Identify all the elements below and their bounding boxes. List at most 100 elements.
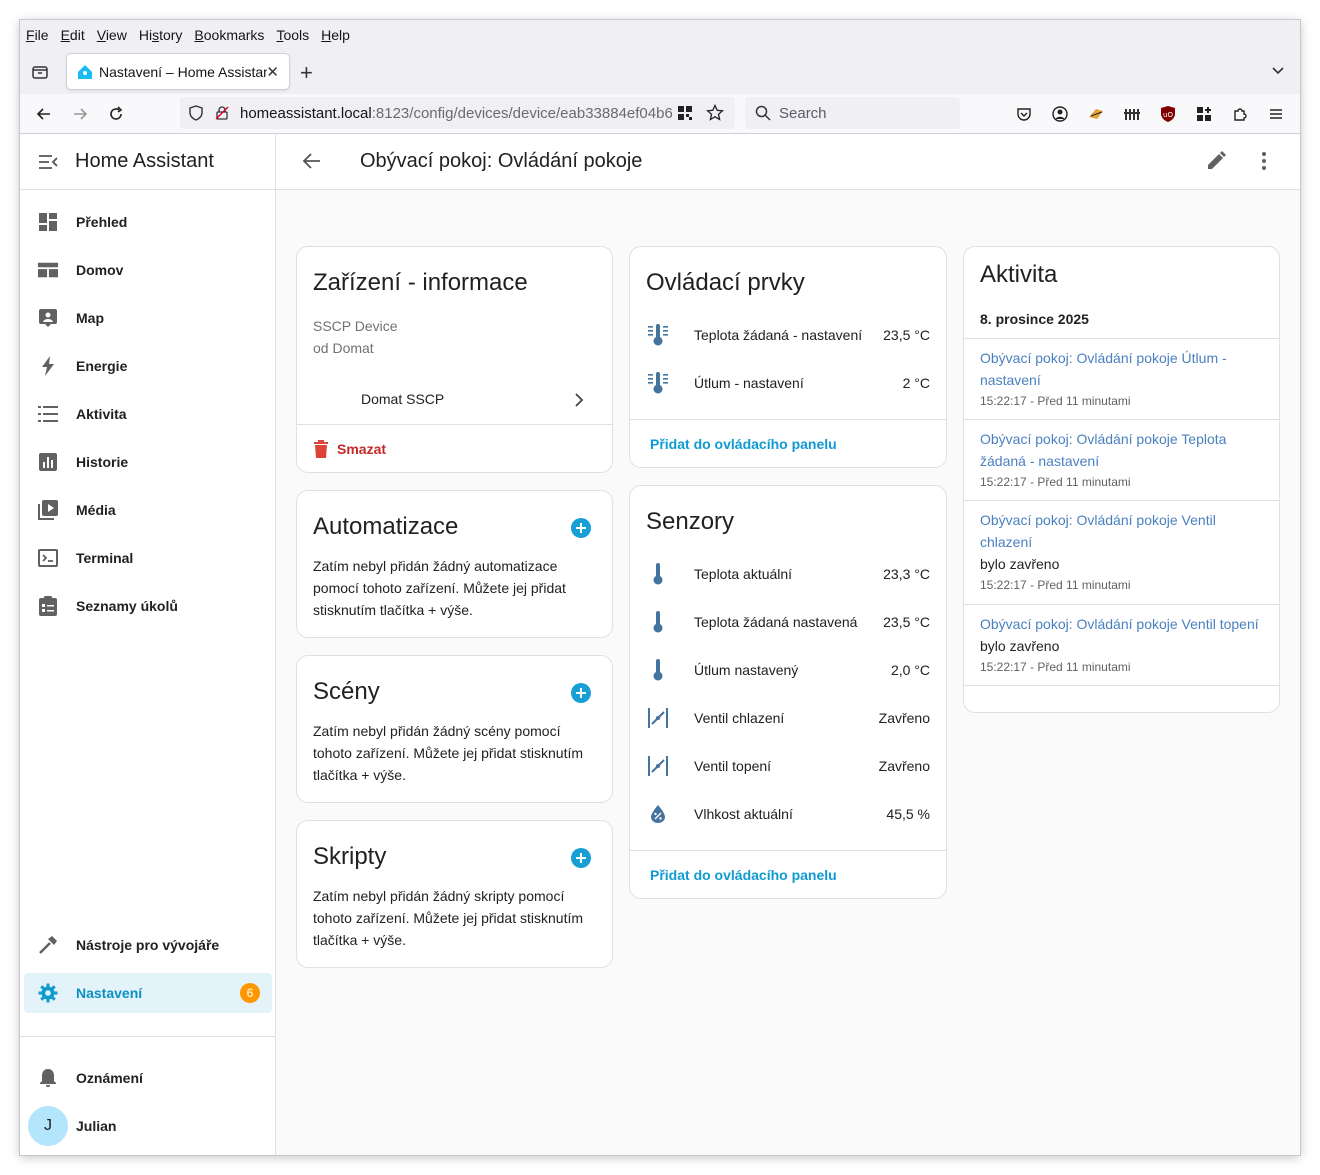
sidebar-item-home[interactable]: Domov xyxy=(24,250,272,290)
sidebar-item-overview[interactable]: Přehled xyxy=(24,202,272,242)
sidebar-item-label: Nástroje pro vývojáře xyxy=(76,937,220,953)
sidebar-item-developer-tools[interactable]: Nástroje pro vývojáře xyxy=(24,925,272,965)
terminal-icon xyxy=(38,548,58,568)
menu-history[interactable]: History xyxy=(139,27,183,43)
sensor-name: Teplota aktuální xyxy=(694,566,793,582)
home-layout-icon xyxy=(38,260,58,280)
extension-2-icon[interactable] xyxy=(1120,102,1144,126)
sensor-row[interactable]: Ventil topení Zavřeno xyxy=(646,754,930,778)
device-manufacturer: od Domat xyxy=(313,340,374,356)
more-vertical-icon[interactable] xyxy=(1254,151,1274,176)
sidebar-item-media[interactable]: Média xyxy=(24,490,272,530)
chart-icon xyxy=(38,452,58,472)
extension-1-icon[interactable] xyxy=(1084,102,1108,126)
menu-collapse-icon[interactable] xyxy=(38,152,58,172)
sensor-row[interactable]: Teplota žádaná nastavená 23,5 °C xyxy=(646,610,930,634)
sidebar: Home Assistant Přehled Domov Map Energie… xyxy=(20,134,276,1155)
back-arrow-icon[interactable] xyxy=(302,151,322,176)
tab-close-icon[interactable]: ✕ xyxy=(266,63,279,81)
new-tab-icon[interactable]: + xyxy=(300,60,313,86)
add-sensors-to-dashboard-button[interactable]: Přidat do ovládacího panelu xyxy=(650,867,837,883)
browser-tab[interactable]: Nastavení – Home Assistant ✕ xyxy=(67,54,289,89)
sidebar-item-settings[interactable]: Nastavení 6 xyxy=(24,973,272,1013)
delete-label: Smazat xyxy=(337,441,387,457)
control-row[interactable]: Útlum - nastavení 2 °C xyxy=(646,371,930,395)
activity-entity-link[interactable]: Obývací pokoj: Ovládání pokoje Teplota ž… xyxy=(980,428,1263,472)
scenes-card: Scény Zatím nebyl přidán žádný scény pom… xyxy=(296,655,613,803)
scripts-title: Skripty xyxy=(313,843,387,870)
search-input[interactable]: Search xyxy=(745,97,960,129)
activity-entity-link[interactable]: Obývací pokoj: Ovládání pokoje Ventil ch… xyxy=(980,509,1263,553)
delete-button[interactable]: Smazat xyxy=(313,439,386,459)
thermometer-icon xyxy=(646,658,670,682)
integration-link[interactable]: Domat SSCP xyxy=(297,379,612,419)
activity-entry: Obývací pokoj: Ovládání pokoje Teplota ž… xyxy=(964,419,1279,501)
scripts-card: Skripty Zatím nebyl přidán žádný skripty… xyxy=(296,820,613,968)
sensor-row[interactable]: Teplota aktuální 23,3 °C xyxy=(646,562,930,586)
add-scene-button[interactable] xyxy=(571,683,591,703)
bell-icon xyxy=(38,1068,58,1088)
extensions-puzzle-icon[interactable] xyxy=(1228,102,1252,126)
activity-entity-link[interactable]: Obývací pokoj: Ovládání pokoje Útlum - n… xyxy=(980,347,1263,391)
shield-icon[interactable] xyxy=(188,105,204,121)
add-automation-button[interactable] xyxy=(571,518,591,538)
card-divider xyxy=(630,419,946,420)
menu-view[interactable]: View xyxy=(97,27,127,43)
chevron-right-icon xyxy=(574,393,584,412)
plus-icon xyxy=(576,853,586,863)
extension-3-icon[interactable] xyxy=(1192,102,1216,126)
pencil-icon[interactable] xyxy=(1206,151,1226,176)
back-icon[interactable] xyxy=(32,102,56,126)
hamburger-menu-icon[interactable] xyxy=(1264,102,1288,126)
sidebar-item-label: Energie xyxy=(76,358,128,374)
control-name: Útlum - nastavení xyxy=(694,375,804,391)
activity-entry: Obývací pokoj: Ovládání pokoje Ventil to… xyxy=(964,604,1279,686)
menu-edit[interactable]: Edit xyxy=(61,27,85,43)
bookmark-star-icon[interactable] xyxy=(706,104,724,122)
sidebar-item-history[interactable]: Historie xyxy=(24,442,272,482)
forward-icon[interactable] xyxy=(68,102,92,126)
menu-help[interactable]: Help xyxy=(321,27,350,43)
sidebar-item-map[interactable]: Map xyxy=(24,298,272,338)
activity-entity-link[interactable]: Obývací pokoj: Ovládání pokoje Ventil to… xyxy=(980,613,1263,635)
url-path: :8123/config/devices/device/eab33884ef04… xyxy=(371,104,672,122)
sensor-row[interactable]: Útlum nastavený 2,0 °C xyxy=(646,658,930,682)
controls-card: Ovládací prvky Teplota žádaná - nastaven… xyxy=(629,246,947,468)
tab-list-chevron-icon[interactable] xyxy=(1270,62,1286,83)
pocket-icon[interactable] xyxy=(1012,102,1036,126)
reload-icon[interactable] xyxy=(104,102,128,126)
sidebar-item-todo-lists[interactable]: Seznamy úkolů xyxy=(24,586,272,626)
page-title: Obývací pokoj: Ovládání pokoje xyxy=(360,150,643,172)
plus-icon xyxy=(576,688,586,698)
sensor-value: 23,3 °C xyxy=(883,566,930,582)
sensor-row[interactable]: Ventil chlazení Zavřeno xyxy=(646,706,930,730)
scenes-empty-text: Zatím nebyl přidán žádný scény pomocí to… xyxy=(313,723,584,783)
home-assistant-app: Home Assistant Přehled Domov Map Energie… xyxy=(20,134,1300,1155)
main-content: Obývací pokoj: Ovládání pokoje Zařízení … xyxy=(276,134,1300,1155)
account-icon[interactable] xyxy=(1048,102,1072,126)
add-script-button[interactable] xyxy=(571,848,591,868)
menu-tools[interactable]: Tools xyxy=(276,27,309,43)
insecure-lock-icon[interactable] xyxy=(214,105,230,121)
menu-file[interactable]: File xyxy=(26,27,49,43)
sidebar-item-user[interactable]: J Julian xyxy=(24,1106,272,1146)
sidebar-item-notifications[interactable]: Oznámení xyxy=(24,1058,272,1098)
menu-bookmarks[interactable]: Bookmarks xyxy=(194,27,264,43)
media-icon xyxy=(38,500,58,520)
sensor-name: Ventil chlazení xyxy=(694,710,785,726)
control-row[interactable]: Teplota žádaná - nastavení 23,5 °C xyxy=(646,323,930,347)
add-controls-to-dashboard-button[interactable]: Přidat do ovládacího panelu xyxy=(650,436,837,452)
map-icon xyxy=(38,308,58,328)
sidebar-item-terminal[interactable]: Terminal xyxy=(24,538,272,578)
sidebar-item-energy[interactable]: Energie xyxy=(24,346,272,386)
sensor-value: 23,5 °C xyxy=(883,614,930,630)
sidebar-item-activity[interactable]: Aktivita xyxy=(24,394,272,434)
device-info-card: Zařízení - informace SSCP Device od Doma… xyxy=(296,246,613,473)
tab-overview-icon[interactable] xyxy=(30,62,50,82)
sensors-title: Senzory xyxy=(646,508,735,535)
ublock-origin-icon[interactable]: uO xyxy=(1156,102,1180,126)
sensor-row[interactable]: Vlhkost aktuální 45,5 % xyxy=(646,802,930,826)
url-bar[interactable]: homeassistant.local:8123/config/devices/… xyxy=(180,97,735,129)
qr-code-icon[interactable] xyxy=(678,106,692,120)
settings-badge: 6 xyxy=(240,983,260,1003)
